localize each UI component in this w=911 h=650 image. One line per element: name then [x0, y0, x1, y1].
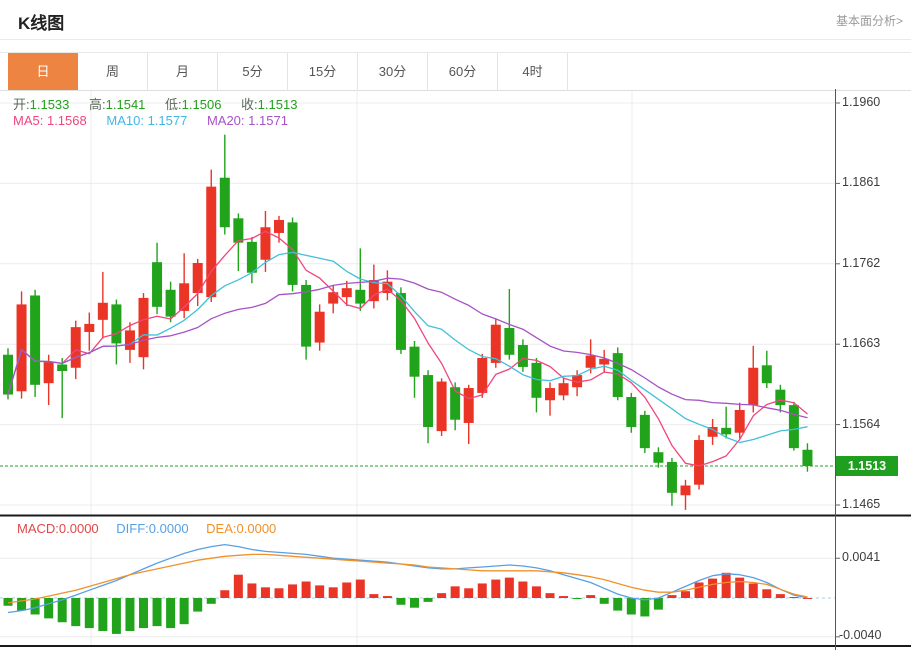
ma5-legend: MA5: 1.1568 — [13, 113, 87, 128]
high-value: 1.1541 — [106, 97, 146, 112]
chart-frame — [0, 89, 911, 650]
dea-value-legend: DEA:0.0000 — [206, 521, 276, 536]
close-label: 收: — [241, 97, 258, 112]
candles — [3, 135, 812, 510]
macd-histogram — [4, 573, 812, 634]
close-value: 1.1513 — [258, 97, 298, 112]
price-tick-4: 1.1663 — [842, 336, 906, 350]
price-tick-3: 1.1762 — [842, 256, 906, 270]
low-label: 低: — [165, 97, 182, 112]
low-value: 1.1506 — [182, 97, 222, 112]
ma10-legend: MA10: 1.1577 — [106, 113, 187, 128]
macd-legend: MACD:0.0000 DIFF:0.0000 DEA:0.0000 — [17, 521, 276, 536]
open-value: 1.1533 — [30, 97, 70, 112]
price-tick-5: 1.1564 — [842, 417, 906, 431]
ohlc-legend: 开:1.1533 高:1.1541 低:1.1506 收:1.1513 — [13, 94, 313, 113]
diff-value-legend: DIFF:0.0000 — [116, 521, 188, 536]
macd-tick-pos: 0.0041 — [842, 550, 906, 564]
price-tick-1: 1.1960 — [842, 95, 906, 109]
macd-value-legend: MACD:0.0000 — [17, 521, 99, 536]
price-tick-6: 1.1465 — [842, 497, 906, 511]
open-label: 开: — [13, 97, 30, 112]
current-price-tag: 1.1513 — [836, 456, 898, 476]
ma20-legend: MA20: 1.1571 — [207, 113, 288, 128]
price-tick-2: 1.1861 — [842, 175, 906, 189]
macd-tick-neg: -0.0040 — [839, 628, 903, 642]
high-label: 高: — [89, 97, 106, 112]
ma-legend: MA5: 1.1568 MA10: 1.1577 MA20: 1.1571 — [13, 113, 288, 128]
